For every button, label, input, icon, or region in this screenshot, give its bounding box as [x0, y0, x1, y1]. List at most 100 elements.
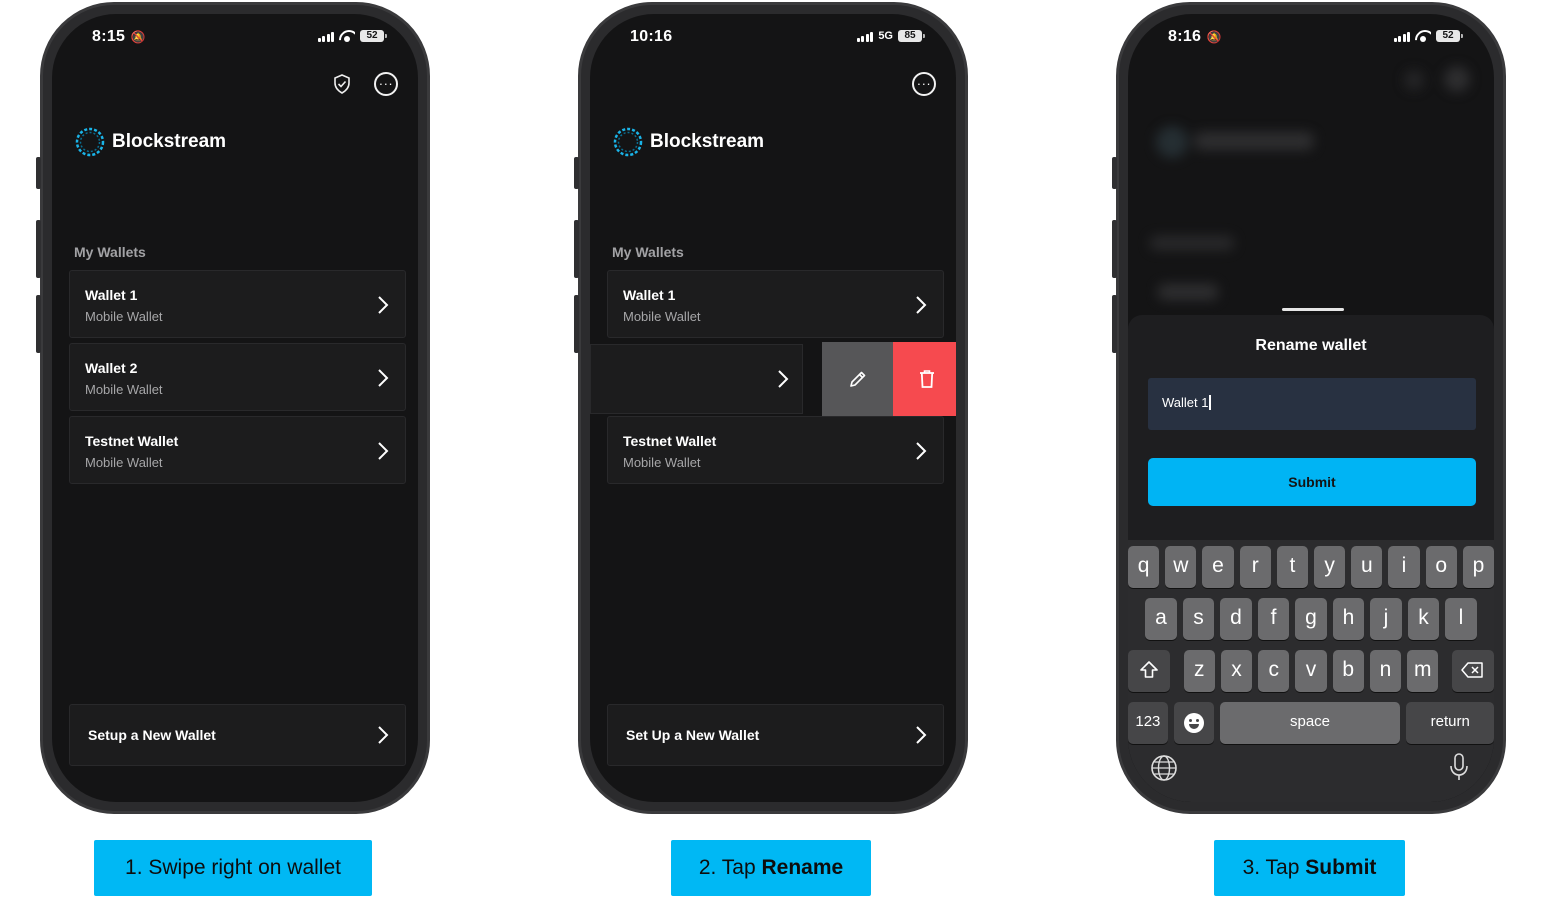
key[interactable]: j: [1370, 598, 1402, 640]
input-value: Wallet 1: [1162, 395, 1209, 410]
shield-check-icon[interactable]: [330, 72, 354, 96]
chevron-right-icon: [916, 442, 927, 460]
wifi-icon: [1415, 30, 1431, 42]
status-bar: 8:16 🔕 52: [1128, 28, 1494, 50]
brand-name: Blockstream: [112, 131, 227, 152]
section-title: My Wallets: [612, 244, 684, 260]
key[interactable]: f: [1257, 598, 1290, 640]
tutorial-page: 8:15 🔕 52 ··· Blockstream My Wallets Wal…: [0, 0, 1542, 902]
blockstream-logo-icon: [613, 127, 643, 157]
screen: 8:15 🔕 52 ··· Blockstream My Wallets Wal…: [52, 14, 418, 802]
backspace-icon: [1461, 662, 1483, 678]
more-options-icon[interactable]: ···: [374, 72, 398, 96]
key[interactable]: o: [1425, 546, 1457, 588]
chevron-right-icon: [778, 370, 789, 388]
swiped-wallet-card[interactable]: [590, 344, 803, 414]
key[interactable]: r: [1239, 546, 1271, 588]
globe-icon[interactable]: [1150, 754, 1178, 782]
key[interactable]: a: [1145, 598, 1177, 640]
key[interactable]: d: [1220, 598, 1252, 640]
screen: 10:16 5G 85 ··· Blockstream My Wallets W…: [590, 14, 956, 802]
section-title: My Wallets: [74, 244, 146, 260]
key[interactable]: e: [1202, 546, 1234, 588]
keyboard-row-1: q w e r t y u i o p: [1128, 546, 1494, 588]
setup-wallet-button[interactable]: Set Up a New Wallet: [607, 704, 944, 766]
phone-step-3: 8:16 🔕 52 Rename wallet Wallet 1 Submit …: [1112, 2, 1506, 814]
numbers-key[interactable]: 123: [1128, 702, 1168, 744]
signal-icon: [317, 31, 334, 42]
key[interactable]: u: [1351, 546, 1383, 588]
shift-key[interactable]: [1128, 650, 1170, 692]
wallet-name: Wallet 2: [85, 360, 138, 376]
signal-icon: [856, 31, 874, 42]
return-key[interactable]: return: [1406, 702, 1494, 744]
chevron-right-icon: [378, 726, 389, 744]
key[interactable]: p: [1462, 546, 1494, 588]
bell-muted-icon: 🔕: [1203, 30, 1223, 44]
wallet-type: Mobile Wallet: [623, 455, 701, 470]
key[interactable]: k: [1407, 598, 1440, 640]
backspace-key[interactable]: [1452, 650, 1494, 692]
chevron-right-icon: [916, 726, 927, 744]
key[interactable]: c: [1258, 650, 1290, 692]
wallet-item[interactable]: Wallet 1 Mobile Wallet: [69, 270, 406, 338]
emoji-icon: [1183, 713, 1204, 733]
wallet-item[interactable]: Wallet 2 Mobile Wallet: [69, 343, 406, 411]
wallet-item[interactable]: Testnet Wallet Mobile Wallet: [607, 416, 944, 484]
battery-indicator: 52: [360, 30, 387, 42]
brand-name: Blockstream: [650, 131, 765, 152]
space-key[interactable]: space: [1219, 702, 1401, 744]
wallet-name-input[interactable]: Wallet 1: [1148, 378, 1476, 430]
more-options-icon[interactable]: ···: [912, 72, 936, 96]
key[interactable]: y: [1314, 546, 1346, 588]
keyboard: q w e r t y u i o p a s d f g h j k l z …: [1128, 540, 1494, 802]
submit-button[interactable]: Submit: [1148, 458, 1476, 506]
keyboard-row-2: a s d f g h j k l: [1128, 598, 1494, 640]
microphone-icon[interactable]: [1448, 752, 1470, 782]
key[interactable]: g: [1295, 598, 1327, 640]
key[interactable]: h: [1332, 598, 1365, 640]
phone-step-1: 8:15 🔕 52 ··· Blockstream My Wallets Wal…: [36, 2, 430, 814]
key[interactable]: x: [1220, 650, 1253, 692]
wallet-item[interactable]: Testnet Wallet Mobile Wallet: [69, 416, 406, 484]
emoji-key[interactable]: [1173, 702, 1214, 744]
wallet-type: Mobile Wallet: [85, 455, 163, 470]
key[interactable]: t: [1276, 546, 1308, 588]
status-time: 10:16: [630, 28, 673, 45]
key[interactable]: m: [1407, 650, 1439, 692]
wallet-type: Mobile Wallet: [85, 382, 163, 397]
swiped-wallet-row[interactable]: [590, 342, 956, 416]
delete-action-button[interactable]: [893, 342, 956, 416]
wallet-type: Mobile Wallet: [623, 309, 701, 324]
status-bar: 8:15 🔕 52: [52, 28, 418, 50]
status-bar: 10:16 5G 85: [590, 28, 956, 50]
key[interactable]: i: [1388, 546, 1420, 588]
key[interactable]: l: [1445, 598, 1477, 640]
step-caption-3: 3. Tap Submit: [1214, 840, 1405, 896]
network-type: 5G: [878, 30, 893, 42]
step-caption-1: 1. Swipe right on wallet: [94, 840, 372, 896]
pencil-icon: [849, 371, 865, 387]
key[interactable]: v: [1295, 650, 1327, 692]
key[interactable]: q: [1128, 546, 1160, 588]
wallet-name: Wallet 1: [623, 287, 676, 303]
wallet-name: Testnet Wallet: [85, 433, 179, 449]
wallet-type: Mobile Wallet: [85, 309, 163, 324]
key[interactable]: w: [1165, 546, 1197, 588]
wallet-item[interactable]: Wallet 1 Mobile Wallet: [607, 270, 944, 338]
setup-wallet-label: Setup a New Wallet: [88, 727, 216, 743]
key[interactable]: z: [1183, 650, 1215, 692]
key[interactable]: s: [1182, 598, 1215, 640]
sheet-grabber[interactable]: [1282, 308, 1344, 311]
setup-wallet-label: Set Up a New Wallet: [626, 727, 760, 743]
key[interactable]: n: [1369, 650, 1402, 692]
phone-step-2: 10:16 5G 85 ··· Blockstream My Wallets W…: [574, 2, 968, 814]
wallet-name: Wallet 1: [85, 287, 138, 303]
rename-sheet: Rename wallet Wallet 1 Submit q w e r t …: [1128, 315, 1494, 802]
setup-wallet-button[interactable]: Setup a New Wallet: [69, 704, 406, 766]
key[interactable]: b: [1332, 650, 1364, 692]
status-time: 8:15: [92, 28, 126, 45]
screen: 8:16 🔕 52 Rename wallet Wallet 1 Submit …: [1128, 14, 1494, 802]
rename-action-button[interactable]: [822, 342, 893, 416]
wallet-name: Testnet Wallet: [623, 433, 717, 449]
